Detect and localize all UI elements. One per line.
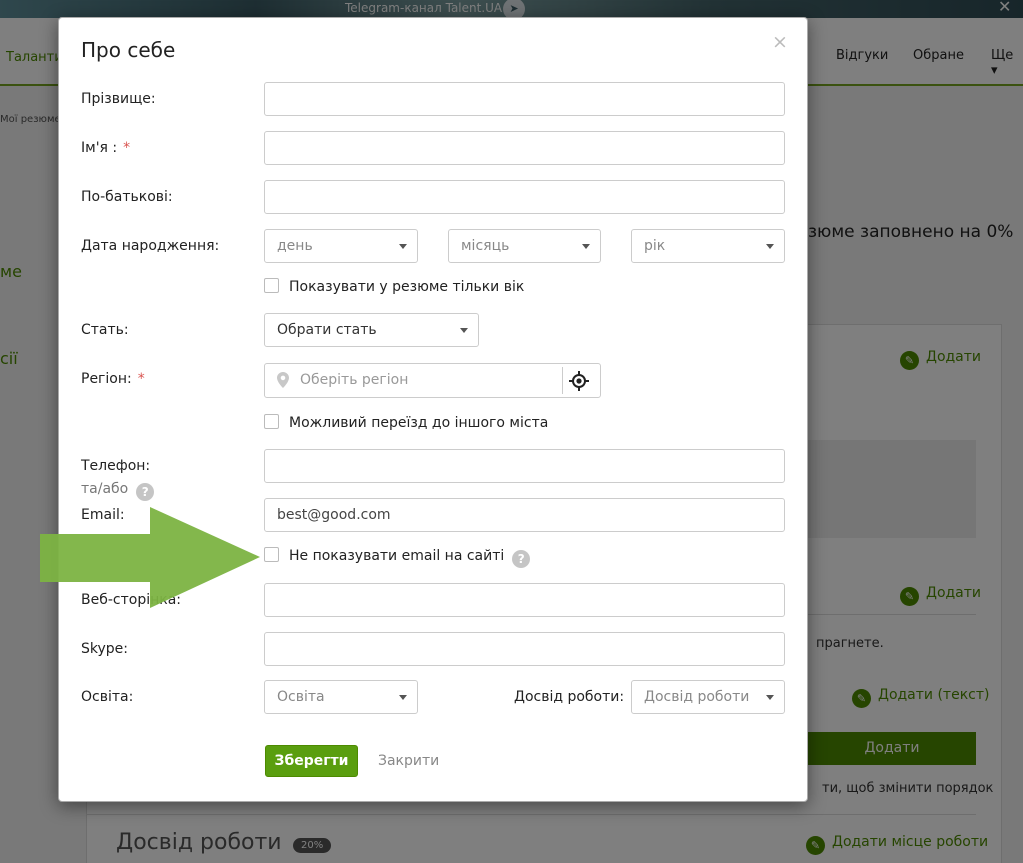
hide-email-label: Не показувати email на сайті — [289, 548, 505, 564]
required-mark: * — [123, 140, 131, 156]
education-label: Освіта: — [81, 689, 134, 705]
hide-email-checkbox-row[interactable]: Не показувати email на сайті? — [264, 547, 531, 568]
education-select[interactable]: Освіта — [264, 680, 418, 714]
relocation-checkbox[interactable] — [264, 414, 279, 429]
chevron-down-icon — [766, 695, 774, 700]
region-divider — [562, 367, 563, 394]
and-or-text: та/або — [81, 481, 129, 497]
skype-label: Skype: — [81, 641, 128, 657]
education-value: Освіта — [277, 689, 325, 705]
skype-input[interactable] — [264, 632, 785, 666]
chevron-down-icon — [399, 695, 407, 700]
surname-label: Прізвище: — [81, 91, 156, 107]
map-pin-icon — [277, 372, 289, 388]
annotation-arrow-icon — [40, 507, 260, 608]
phone-label: Телефон: — [81, 458, 151, 474]
age-only-label: Показувати у резюме тільки вік — [289, 279, 525, 295]
phone-input[interactable] — [264, 449, 785, 483]
experience-label: Досвід роботи: — [514, 689, 625, 705]
chevron-down-icon — [460, 328, 468, 333]
age-only-checkbox-row[interactable]: Показувати у резюме тільки вік — [264, 278, 524, 295]
chevron-down-icon — [766, 244, 774, 249]
email-input[interactable]: best@good.com — [264, 498, 785, 532]
birth-year-value: рік — [644, 238, 666, 254]
region-label: Регіон: * — [81, 371, 145, 387]
region-label-text: Регіон: — [81, 371, 132, 387]
birth-date-label: Дата народження: — [81, 238, 220, 254]
birth-day-value: день — [277, 238, 313, 254]
help-icon[interactable]: ? — [136, 483, 155, 501]
surname-input[interactable] — [264, 82, 785, 116]
region-input[interactable]: Оберіть регіон — [264, 363, 601, 398]
close-link[interactable]: Закрити — [378, 753, 439, 769]
birth-year-select[interactable]: рік — [631, 229, 785, 263]
save-button[interactable]: Зберегти — [265, 745, 358, 777]
patronymic-input[interactable] — [264, 180, 785, 214]
name-label: Ім'я : * — [81, 140, 130, 156]
birth-month-select[interactable]: місяць — [448, 229, 601, 263]
name-input[interactable] — [264, 131, 785, 165]
gender-value: Обрати стать — [277, 322, 377, 338]
gender-select[interactable]: Обрати стать — [264, 313, 479, 347]
help-icon[interactable]: ? — [512, 550, 531, 568]
birth-day-select[interactable]: день — [264, 229, 418, 263]
experience-select[interactable]: Досвід роботи — [631, 680, 785, 714]
experience-value: Досвід роботи — [644, 689, 750, 705]
website-input[interactable] — [264, 583, 785, 617]
name-label-text: Ім'я : — [81, 140, 118, 156]
hide-email-checkbox[interactable] — [264, 547, 279, 562]
close-icon[interactable]: × — [772, 31, 788, 53]
birth-month-value: місяць — [461, 238, 510, 254]
locate-icon[interactable] — [569, 371, 589, 391]
modal-title: Про себе — [81, 38, 176, 62]
chevron-down-icon — [582, 244, 590, 249]
patronymic-label: По-батькові: — [81, 189, 173, 205]
about-me-modal: Про себе × Прізвище: Ім'я : * По-батькові… — [58, 17, 808, 802]
required-mark: * — [137, 371, 145, 387]
relocation-label: Можливий переїзд до іншого міста — [289, 415, 549, 431]
chevron-down-icon — [399, 244, 407, 249]
and-or-label: та/або? — [81, 481, 155, 501]
gender-label: Стать: — [81, 322, 129, 338]
relocation-checkbox-row[interactable]: Можливий переїзд до іншого міста — [264, 414, 548, 431]
region-placeholder: Оберіть регіон — [300, 372, 409, 388]
age-only-checkbox[interactable] — [264, 278, 279, 293]
